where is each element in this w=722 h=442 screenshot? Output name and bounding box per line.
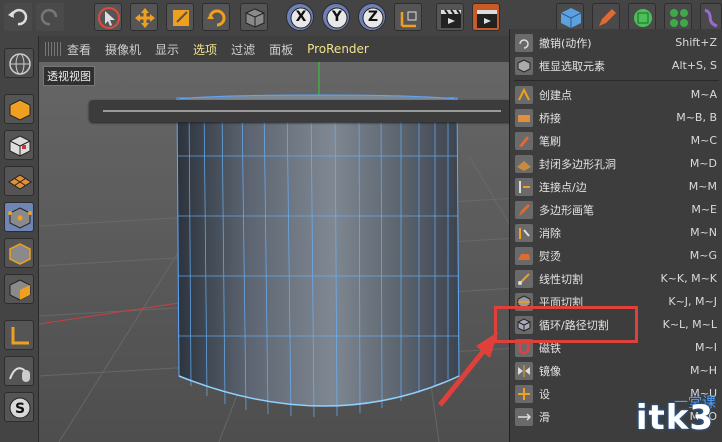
menu-grip-icon — [45, 42, 61, 56]
cube-icon — [245, 8, 265, 28]
make-editable-button[interactable] — [4, 48, 34, 78]
blue-cube-icon — [560, 8, 582, 28]
svg-text:S: S — [15, 401, 25, 417]
points-mode-button[interactable] — [4, 202, 34, 232]
render-view-button[interactable] — [436, 3, 464, 31]
coordinate-icon — [400, 11, 417, 28]
menu-prorender[interactable]: ProRender — [307, 42, 369, 56]
rotate-icon — [207, 9, 226, 27]
menu-item-bridge[interactable]: 桥接 M~B, B — [510, 106, 722, 129]
edges-mode-button[interactable] — [4, 238, 34, 268]
menu-filter[interactable]: 过滤 — [231, 41, 255, 58]
context-menu: 撤销(动作) Shift+Z 框显选取元素 Alt+S, S 创建点 M~A 桥… — [509, 29, 722, 442]
render-region-button[interactable] — [472, 3, 500, 31]
menu-display[interactable]: 显示 — [155, 41, 179, 58]
array-icon — [670, 9, 688, 27]
menu-item-close-polygon-hole[interactable]: 封闭多边形孔洞 M~D — [510, 152, 722, 175]
menu-item-mirror[interactable]: 镜像 M~H — [510, 359, 722, 382]
polygon-pen-icon — [515, 200, 533, 219]
texture-mode-button[interactable] — [4, 130, 34, 160]
polygons-mode-button[interactable] — [4, 274, 34, 304]
deformer-icon — [704, 8, 718, 28]
rotate-button[interactable] — [202, 3, 230, 31]
brush-icon — [515, 131, 533, 150]
iron-icon — [515, 246, 533, 265]
move-icon — [135, 8, 155, 28]
menu-panel[interactable]: 面板 — [269, 41, 293, 58]
menu-item-connect-points-edges[interactable]: 连接点/边 M~M — [510, 175, 722, 198]
polygon-cube-icon — [9, 279, 31, 301]
z-axis-label: Z — [367, 9, 379, 25]
undo-icon — [8, 8, 28, 26]
line-cut-icon — [515, 269, 533, 288]
frame-selected-icon — [515, 56, 533, 75]
coordinate-system-button[interactable] — [394, 3, 422, 31]
mouse-icon — [9, 367, 30, 382]
checker-cube-icon — [9, 135, 31, 157]
deformer-button[interactable] — [700, 3, 722, 31]
left-toolbar: S — [0, 36, 39, 442]
menu-item-line-cut[interactable]: 线性切割 K~K, M~K — [510, 267, 722, 290]
y-axis-label: Y — [331, 9, 343, 25]
axis-mode-button[interactable] — [4, 320, 34, 350]
menu-item-frame-selected[interactable]: 框显选取元素 Alt+S, S — [510, 54, 722, 77]
x-axis-lock-button[interactable]: X — [286, 3, 314, 31]
menu-item-create-point[interactable]: 创建点 M~A — [510, 83, 722, 106]
viewport-label: 透视视图 — [43, 66, 95, 86]
move-button[interactable] — [130, 3, 158, 31]
mirror-icon — [515, 361, 533, 380]
menu-item-polygon-pen[interactable]: 多边形画笔 M~E — [510, 198, 722, 221]
slide-icon — [515, 407, 533, 426]
subdivision-icon — [634, 9, 652, 27]
menu-options[interactable]: 选项 — [193, 41, 217, 58]
create-point-icon — [515, 85, 533, 104]
menu-camera[interactable]: 摄像机 — [105, 41, 141, 58]
globe-icon — [9, 53, 31, 75]
model-mode-button[interactable] — [4, 94, 34, 124]
menu-view[interactable]: 查看 — [67, 41, 91, 58]
recent-tool-button[interactable] — [240, 3, 268, 31]
menu-item-iron[interactable]: 熨烫 M~G — [510, 244, 722, 267]
menu-item-dissolve[interactable]: 消除 M~N — [510, 221, 722, 244]
cube-primitive-button[interactable] — [556, 3, 584, 31]
pen-button[interactable] — [592, 3, 620, 31]
scale-button[interactable] — [166, 3, 194, 31]
cube-mode-icon — [9, 99, 31, 121]
undo-button[interactable] — [4, 3, 32, 31]
points-cube-icon — [8, 207, 32, 229]
live-select-button[interactable] — [94, 3, 122, 31]
close-hole-icon — [515, 154, 533, 173]
bridge-icon — [515, 108, 533, 127]
workplane-button[interactable] — [4, 166, 34, 196]
menu-item-undo[interactable]: 撤销(动作) Shift+Z — [510, 31, 722, 54]
viewport-slider-bar[interactable] — [89, 100, 513, 122]
subdivision-button[interactable] — [628, 3, 656, 31]
axis-icon — [11, 327, 29, 345]
slider-track — [103, 110, 501, 112]
z-axis-lock-button[interactable]: Z — [358, 3, 386, 31]
redo-icon — [40, 8, 58, 26]
edges-cube-icon — [9, 243, 31, 265]
redo-button[interactable] — [36, 3, 64, 31]
watermark-logo: itk3 — [635, 398, 714, 438]
clapper-region-icon — [477, 10, 497, 28]
dissolve-icon — [515, 223, 533, 242]
scale-icon — [173, 10, 189, 26]
connect-icon — [515, 177, 533, 196]
grid-plane-icon — [8, 174, 32, 190]
highlight-box — [494, 306, 638, 343]
undo-action-icon — [515, 33, 533, 52]
clapper-icon — [441, 9, 461, 28]
menu-separator — [514, 80, 719, 81]
set-value-icon — [515, 384, 533, 403]
y-axis-lock-button[interactable]: Y — [322, 3, 350, 31]
select-arrow-icon — [98, 7, 120, 29]
snap-s-icon: S — [9, 397, 31, 419]
x-axis-label: X — [295, 9, 307, 25]
menu-item-brush[interactable]: 笔刷 M~C — [510, 129, 722, 152]
tweak-mode-button[interactable] — [4, 356, 34, 386]
snap-button[interactable]: S — [4, 392, 34, 422]
array-button[interactable] — [664, 3, 692, 31]
pen-icon — [599, 9, 616, 26]
